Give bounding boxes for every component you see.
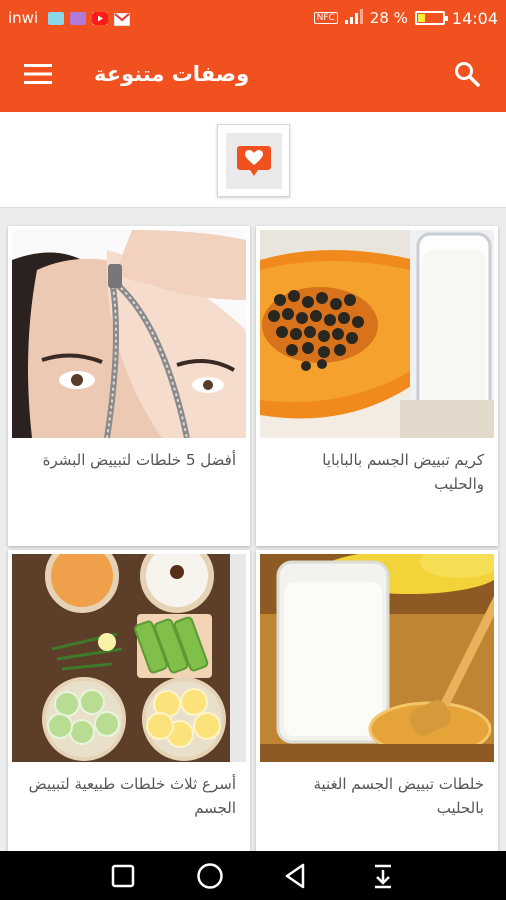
menu-button[interactable] xyxy=(14,49,64,99)
image-notification-icon xyxy=(48,11,65,25)
face-zipper-photo xyxy=(12,230,246,438)
papaya-and-milk-glass-photo xyxy=(260,230,494,438)
banner xyxy=(0,112,506,208)
favorites-icon-background xyxy=(225,132,282,189)
app-title: وصفات متنوعة xyxy=(94,62,250,86)
notifications-pull-button[interactable] xyxy=(363,856,403,896)
recipe-card-milk-honey[interactable]: خلطات تبييض الجسم الغنية بالحليب xyxy=(256,550,498,870)
card-title: خلطات تبييض الجسم الغنية بالحليب xyxy=(313,775,484,817)
hamburger-menu-icon xyxy=(24,64,52,84)
recents-button[interactable] xyxy=(103,856,143,896)
heart-speech-bubble-icon xyxy=(236,145,271,176)
nfc-icon: NFC xyxy=(313,12,338,24)
clock: 14:04 xyxy=(451,8,498,28)
app-bar: وصفات متنوعة xyxy=(0,36,506,112)
circle-home-icon xyxy=(197,862,223,889)
system-nav-bar xyxy=(0,851,506,900)
battery-icon xyxy=(414,11,448,25)
battery-level-fill xyxy=(417,14,425,22)
status-left: inwi xyxy=(8,9,131,27)
carrier-label: inwi xyxy=(8,9,39,27)
recipe-card-papaya-milk[interactable]: كريم تبييض الجسم بالبابايا والحليب xyxy=(256,226,498,546)
favorites-button[interactable] xyxy=(217,124,290,197)
media-notification-icon xyxy=(70,11,87,25)
status-bar: inwi NFC 28 % 14:04 xyxy=(0,0,506,36)
search-button[interactable] xyxy=(442,49,492,99)
back-button[interactable] xyxy=(276,856,316,896)
search-icon xyxy=(455,62,480,87)
recipe-card-natural-mixes[interactable]: أسرع ثلاث خلطات طبيعية لتبييض الجسم xyxy=(8,550,250,870)
home-button[interactable] xyxy=(190,856,230,896)
card-title: كريم تبييض الجسم بالبابايا والحليب xyxy=(322,451,484,493)
square-recents-icon xyxy=(112,864,135,887)
battery-percent: 28 % xyxy=(369,9,408,27)
triangle-back-icon xyxy=(286,863,305,888)
card-title: أفضل 5 خلطات لتبييض البشرة xyxy=(42,451,236,469)
pull-down-notifications-icon xyxy=(374,864,391,888)
recipe-card-face-zipper[interactable]: أفضل 5 خلطات لتبييض البشرة xyxy=(8,226,250,546)
gmail-notification-icon xyxy=(114,12,131,26)
youtube-notification-icon xyxy=(92,11,109,25)
cucumber-lemon-aloe-ingredients-photo xyxy=(12,554,246,762)
card-title: أسرع ثلاث خلطات طبيعية لتبييض الجسم xyxy=(28,775,236,817)
signal-icon xyxy=(344,8,363,28)
milk-glass-with-honey-dipper-photo xyxy=(260,554,494,762)
status-right: NFC 28 % 14:04 xyxy=(313,8,498,28)
